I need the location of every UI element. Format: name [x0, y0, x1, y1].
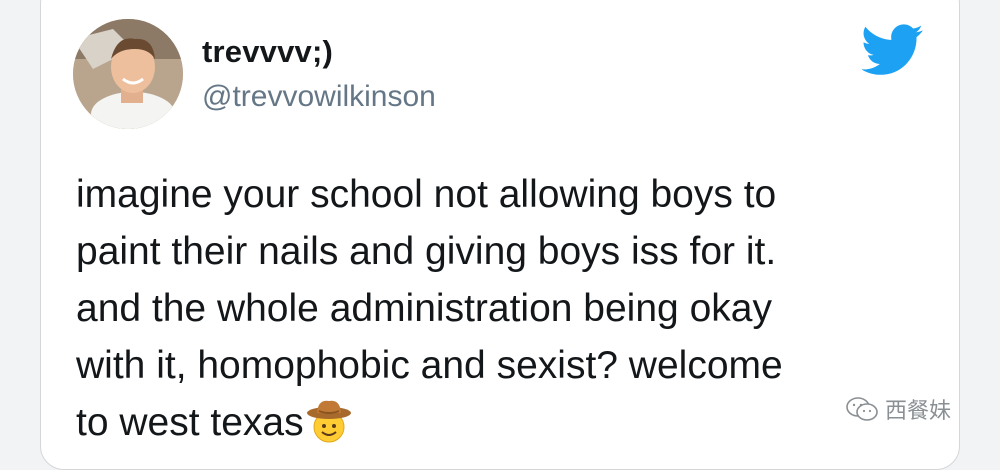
wechat-icon — [846, 397, 878, 421]
twitter-bird-icon[interactable] — [860, 24, 924, 76]
watermark-text: 西餐妹 — [885, 398, 952, 423]
avatar[interactable] — [73, 19, 183, 129]
tweet-line: paint their nails and giving boys iss fo… — [76, 230, 777, 273]
tweet-line: and the whole administration being okay — [76, 287, 772, 330]
tweet-text: imagine your school not allowing boys to… — [76, 166, 956, 451]
cowboy-hat-face-icon — [304, 397, 354, 445]
tweet-line-last: to west texas — [76, 394, 956, 451]
user-handle[interactable]: @trevvowilkinson — [202, 80, 436, 114]
tweet-line: to west texas — [76, 401, 304, 444]
tweet-line: imagine your school not allowing boys to — [76, 173, 777, 216]
watermark: 西餐妹 — [845, 394, 951, 424]
tweet-line: with it, homophobic and sexist? welcome — [76, 344, 783, 387]
display-name[interactable]: trevvvv;) — [202, 34, 333, 70]
profile-photo — [73, 19, 183, 129]
